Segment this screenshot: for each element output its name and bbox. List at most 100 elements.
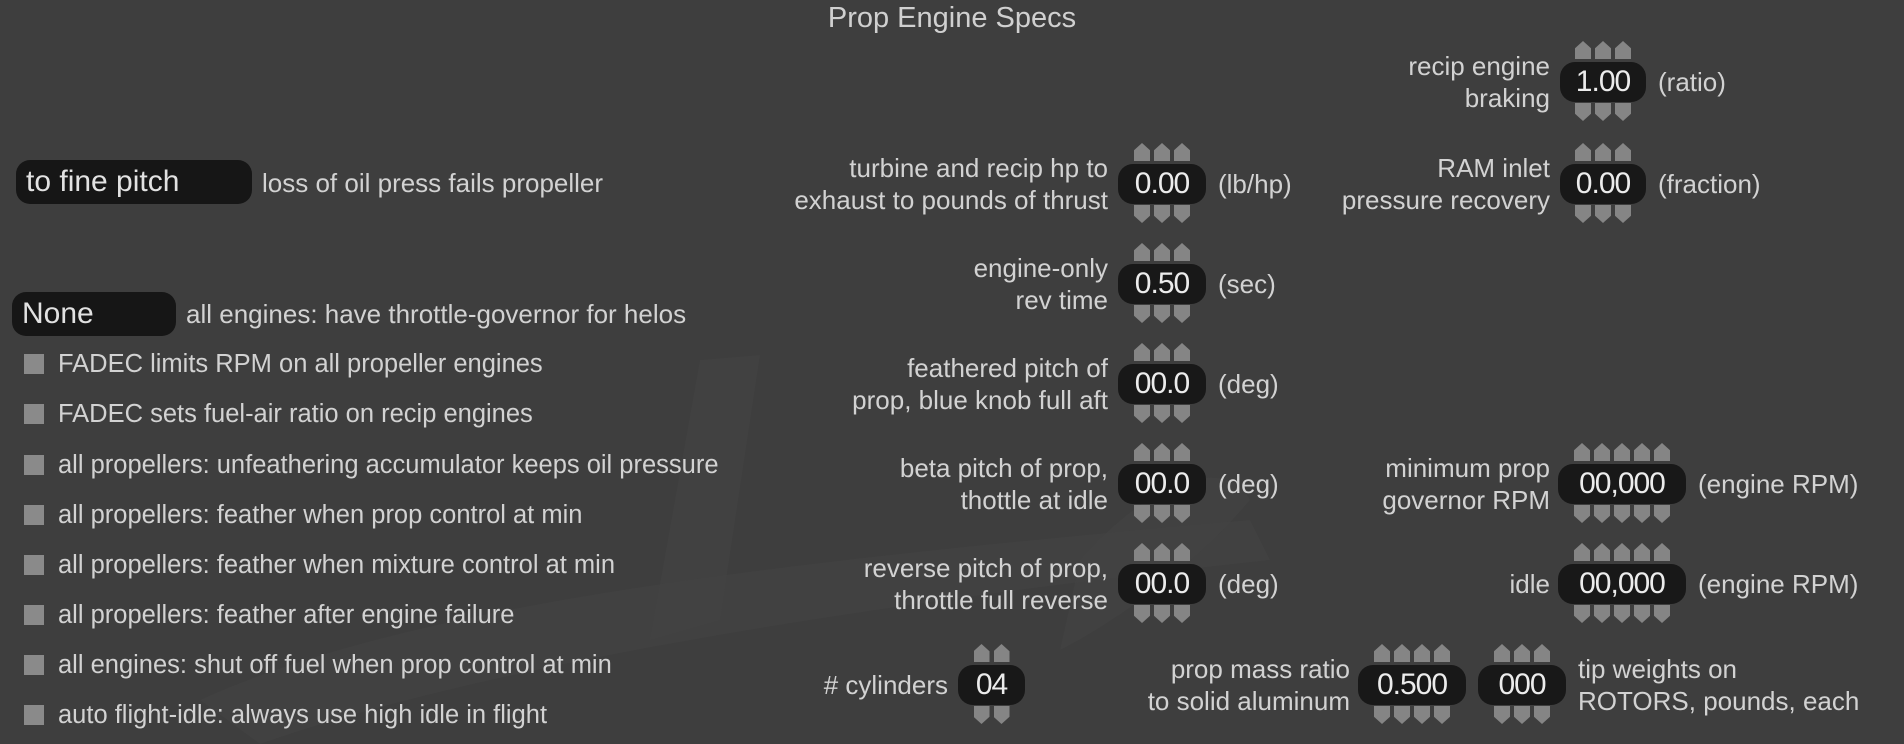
- recip-engine-braking-input[interactable]: 1.00: [1560, 62, 1646, 102]
- digit-down-arrow-icon[interactable]: [1174, 205, 1190, 223]
- checkbox-row-feather-prop-control-min[interactable]: all propellers: feather when prop contro…: [24, 500, 582, 530]
- digit-down-arrow-icon[interactable]: [1574, 505, 1590, 523]
- checkbox-feather-mixture-min[interactable]: [24, 555, 44, 575]
- digit-up-arrow-icon[interactable]: [1414, 644, 1430, 662]
- digit-down-arrow-icon[interactable]: [1414, 706, 1430, 724]
- digit-down-arrow-icon[interactable]: [1634, 505, 1650, 523]
- checkbox-row-fadec-limits-rpm[interactable]: FADEC limits RPM on all propeller engine…: [24, 349, 543, 379]
- digit-down-arrow-icon[interactable]: [1654, 605, 1670, 623]
- digit-down-arrow-icon[interactable]: [1614, 505, 1630, 523]
- digit-down-arrow-icon[interactable]: [1615, 103, 1631, 121]
- digit-down-arrow-icon[interactable]: [1615, 205, 1631, 223]
- digit-up-arrow-icon[interactable]: [1494, 644, 1510, 662]
- digit-up-arrow-icon[interactable]: [1134, 343, 1150, 361]
- digit-up-arrow-icon[interactable]: [1154, 243, 1170, 261]
- digit-up-arrow-icon[interactable]: [1174, 543, 1190, 561]
- digit-up-arrow-icon[interactable]: [1575, 41, 1591, 59]
- digit-down-arrow-icon[interactable]: [1494, 706, 1510, 724]
- digit-up-arrow-icon[interactable]: [1154, 443, 1170, 461]
- digit-up-arrow-icon[interactable]: [1615, 143, 1631, 161]
- digit-down-arrow-icon[interactable]: [1134, 305, 1150, 323]
- digit-up-arrow-icon[interactable]: [1614, 443, 1630, 461]
- checkbox-shutoff-fuel-prop-min[interactable]: [24, 655, 44, 675]
- digit-down-arrow-icon[interactable]: [1654, 505, 1670, 523]
- checkbox-row-fadec-fuel-air[interactable]: FADEC sets fuel-air ratio on recip engin…: [24, 399, 533, 429]
- prop-mass-ratio-input[interactable]: 0.500: [1358, 665, 1466, 705]
- digit-up-arrow-icon[interactable]: [1174, 143, 1190, 161]
- digit-down-arrow-icon[interactable]: [1634, 605, 1650, 623]
- digit-down-arrow-icon[interactable]: [1394, 706, 1410, 724]
- digit-up-arrow-icon[interactable]: [1154, 543, 1170, 561]
- idle-rpm-input[interactable]: 00,000: [1558, 564, 1686, 604]
- checkbox-fadec-limits-rpm[interactable]: [24, 354, 44, 374]
- digit-down-arrow-icon[interactable]: [1514, 706, 1530, 724]
- digit-down-arrow-icon[interactable]: [1594, 505, 1610, 523]
- digit-down-arrow-icon[interactable]: [1154, 605, 1170, 623]
- checkbox-feather-prop-control-min[interactable]: [24, 505, 44, 525]
- throttle-governor-dropdown[interactable]: None: [12, 292, 176, 336]
- digit-up-arrow-icon[interactable]: [1595, 143, 1611, 161]
- digit-down-arrow-icon[interactable]: [1134, 605, 1150, 623]
- digit-down-arrow-icon[interactable]: [1154, 305, 1170, 323]
- digit-down-arrow-icon[interactable]: [1154, 205, 1170, 223]
- digit-up-arrow-icon[interactable]: [1594, 543, 1610, 561]
- beta-pitch-input[interactable]: 00.0: [1118, 464, 1206, 504]
- digit-down-arrow-icon[interactable]: [1594, 605, 1610, 623]
- digit-up-arrow-icon[interactable]: [1614, 543, 1630, 561]
- digit-down-arrow-icon[interactable]: [1174, 305, 1190, 323]
- hp-to-thrust-input[interactable]: 0.00: [1118, 164, 1206, 204]
- digit-up-arrow-icon[interactable]: [1514, 644, 1530, 662]
- digit-up-arrow-icon[interactable]: [1134, 243, 1150, 261]
- digit-down-arrow-icon[interactable]: [1575, 205, 1591, 223]
- digit-down-arrow-icon[interactable]: [1174, 605, 1190, 623]
- rev-time-input[interactable]: 0.50: [1118, 264, 1206, 304]
- digit-up-arrow-icon[interactable]: [1174, 443, 1190, 461]
- digit-down-arrow-icon[interactable]: [1575, 103, 1591, 121]
- tip-weights-input[interactable]: 000: [1478, 665, 1566, 705]
- checkbox-row-feather-engine-failure[interactable]: all propellers: feather after engine fai…: [24, 600, 514, 630]
- digit-down-arrow-icon[interactable]: [1534, 706, 1550, 724]
- min-governor-rpm-input[interactable]: 00,000: [1558, 464, 1686, 504]
- digit-down-arrow-icon[interactable]: [1174, 505, 1190, 523]
- cylinders-input[interactable]: 04: [958, 665, 1025, 705]
- digit-up-arrow-icon[interactable]: [1615, 41, 1631, 59]
- digit-up-arrow-icon[interactable]: [1174, 243, 1190, 261]
- checkbox-auto-flight-idle[interactable]: [24, 705, 44, 725]
- digit-up-arrow-icon[interactable]: [1374, 644, 1390, 662]
- digit-down-arrow-icon[interactable]: [1595, 205, 1611, 223]
- digit-up-arrow-icon[interactable]: [1394, 644, 1410, 662]
- digit-down-arrow-icon[interactable]: [1134, 505, 1150, 523]
- digit-down-arrow-icon[interactable]: [1614, 605, 1630, 623]
- digit-up-arrow-icon[interactable]: [1574, 443, 1590, 461]
- checkbox-unfeathering-accumulator[interactable]: [24, 455, 44, 475]
- digit-down-arrow-icon[interactable]: [1174, 405, 1190, 423]
- digit-down-arrow-icon[interactable]: [1134, 205, 1150, 223]
- digit-up-arrow-icon[interactable]: [1154, 343, 1170, 361]
- oil-press-fail-dropdown[interactable]: to fine pitch: [16, 160, 252, 204]
- digit-down-arrow-icon[interactable]: [993, 706, 1010, 724]
- checkbox-fadec-fuel-air[interactable]: [24, 404, 44, 424]
- checkbox-row-unfeathering-accumulator[interactable]: all propellers: unfeathering accumulator…: [24, 450, 719, 480]
- checkbox-feather-engine-failure[interactable]: [24, 605, 44, 625]
- reverse-pitch-input[interactable]: 00.0: [1118, 564, 1206, 604]
- digit-up-arrow-icon[interactable]: [1434, 644, 1450, 662]
- digit-up-arrow-icon[interactable]: [1654, 443, 1670, 461]
- digit-down-arrow-icon[interactable]: [1374, 706, 1390, 724]
- digit-up-arrow-icon[interactable]: [1574, 543, 1590, 561]
- digit-up-arrow-icon[interactable]: [1174, 343, 1190, 361]
- digit-up-arrow-icon[interactable]: [1154, 143, 1170, 161]
- digit-up-arrow-icon[interactable]: [1595, 41, 1611, 59]
- checkbox-row-shutoff-fuel-prop-min[interactable]: all engines: shut off fuel when prop con…: [24, 650, 612, 680]
- digit-up-arrow-icon[interactable]: [1134, 443, 1150, 461]
- digit-up-arrow-icon[interactable]: [993, 644, 1010, 662]
- digit-down-arrow-icon[interactable]: [1134, 405, 1150, 423]
- digit-up-arrow-icon[interactable]: [1575, 143, 1591, 161]
- digit-down-arrow-icon[interactable]: [1574, 605, 1590, 623]
- digit-up-arrow-icon[interactable]: [1534, 644, 1550, 662]
- digit-up-arrow-icon[interactable]: [1134, 543, 1150, 561]
- digit-down-arrow-icon[interactable]: [973, 706, 990, 724]
- digit-down-arrow-icon[interactable]: [1154, 405, 1170, 423]
- digit-up-arrow-icon[interactable]: [1634, 443, 1650, 461]
- ram-inlet-input[interactable]: 0.00: [1560, 164, 1646, 204]
- digit-up-arrow-icon[interactable]: [1134, 143, 1150, 161]
